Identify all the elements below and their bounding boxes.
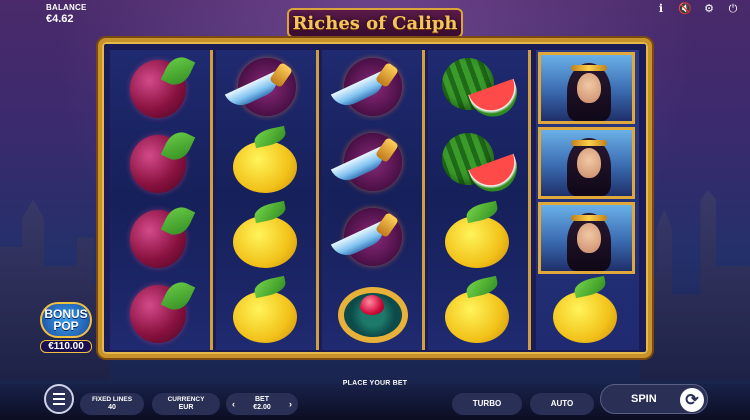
princess-icon xyxy=(538,127,635,199)
princess-crown xyxy=(571,140,607,146)
fixed-lines-display: FIXED LINES 40 xyxy=(80,393,144,415)
symbol-princess xyxy=(536,52,639,127)
princess-face xyxy=(577,148,601,178)
bonus-pop-badge: BONUS POP €110.00 xyxy=(40,302,92,353)
symbol-dagger xyxy=(322,52,425,127)
auto-button[interactable]: AUTO xyxy=(530,393,594,415)
symbol-lemon xyxy=(428,275,531,352)
princess-crown xyxy=(571,65,607,71)
lemon-icon xyxy=(233,291,297,343)
hamburger-icon-line xyxy=(53,403,65,405)
menu-button[interactable] xyxy=(44,384,74,414)
symbol-plum xyxy=(110,202,213,277)
reels-frame xyxy=(98,38,652,358)
bet-display: BET €2.00 xyxy=(253,396,271,412)
info-icon[interactable]: ℹ xyxy=(654,2,668,16)
spin-icon: ⟳ xyxy=(680,388,704,412)
fixed-lines-value: 40 xyxy=(108,404,116,411)
reel-4 xyxy=(428,50,531,350)
currency-display: CURRENCY EUR xyxy=(152,393,220,415)
lemon-icon xyxy=(445,216,509,268)
currency-value: EUR xyxy=(178,404,194,411)
currency-label: CURRENCY xyxy=(167,396,205,403)
bet-selector: ‹ BET €2.00 › xyxy=(226,393,298,415)
balance-value: €4.62 xyxy=(46,13,74,25)
princess-icon xyxy=(538,202,635,274)
symbol-plum xyxy=(110,277,213,352)
symbol-dagger xyxy=(322,127,425,202)
top-icon-bar: ℹ 🔇 ⚙ ⏻ xyxy=(654,2,740,16)
symbol-ring xyxy=(322,277,425,352)
princess-face xyxy=(577,223,601,253)
bonus-pop-title: BONUS POP xyxy=(40,302,92,338)
game-logo: Riches of Caliph xyxy=(287,8,463,38)
lemon-icon xyxy=(233,141,297,193)
symbol-plum xyxy=(110,52,213,127)
reel-3 xyxy=(322,50,425,350)
lemon-icon xyxy=(553,291,617,343)
turbo-button[interactable]: TURBO xyxy=(452,393,522,415)
reel-5 xyxy=(536,50,639,350)
hamburger-icon xyxy=(53,393,65,395)
symbol-lemon xyxy=(216,275,319,352)
symbol-watermelon xyxy=(428,127,531,202)
fixed-lines-label: FIXED LINES xyxy=(91,396,133,403)
bet-increase-icon[interactable]: › xyxy=(289,399,292,409)
symbol-watermelon xyxy=(428,52,531,127)
gem-icon xyxy=(360,295,384,315)
symbol-lemon xyxy=(536,275,639,352)
bonus-pop-value: €110.00 xyxy=(40,340,92,353)
bonus-pop-line2: POP xyxy=(53,319,79,333)
spin-label: SPIN xyxy=(631,393,657,405)
symbol-princess xyxy=(536,127,639,202)
princess-face xyxy=(577,73,601,103)
settings-icon[interactable]: ⚙ xyxy=(702,2,716,16)
symbol-princess xyxy=(536,202,639,277)
symbol-lemon xyxy=(428,200,531,277)
symbol-dagger xyxy=(216,52,319,127)
princess-icon xyxy=(538,52,635,124)
lemon-icon xyxy=(445,291,509,343)
sound-off-icon[interactable]: 🔇 xyxy=(678,2,692,16)
bet-value: €2.00 xyxy=(253,404,271,411)
city-silhouette-right xyxy=(640,190,750,380)
symbol-lemon xyxy=(216,125,319,202)
symbol-lemon xyxy=(216,200,319,277)
symbol-dagger xyxy=(322,202,425,277)
symbol-plum xyxy=(110,127,213,202)
lemon-icon xyxy=(233,216,297,268)
bet-decrease-icon[interactable]: ‹ xyxy=(232,399,235,409)
reel-1 xyxy=(110,50,213,350)
hamburger-icon-line xyxy=(53,398,65,400)
balance-label: BALANCE xyxy=(46,3,87,12)
reel-2 xyxy=(216,50,319,350)
game-title: Riches of Caliph xyxy=(292,12,458,34)
bet-label: BET xyxy=(255,396,269,403)
princess-crown xyxy=(571,215,607,221)
spin-button[interactable]: SPIN ⟳ xyxy=(600,384,708,414)
power-icon[interactable]: ⏻ xyxy=(726,2,740,16)
